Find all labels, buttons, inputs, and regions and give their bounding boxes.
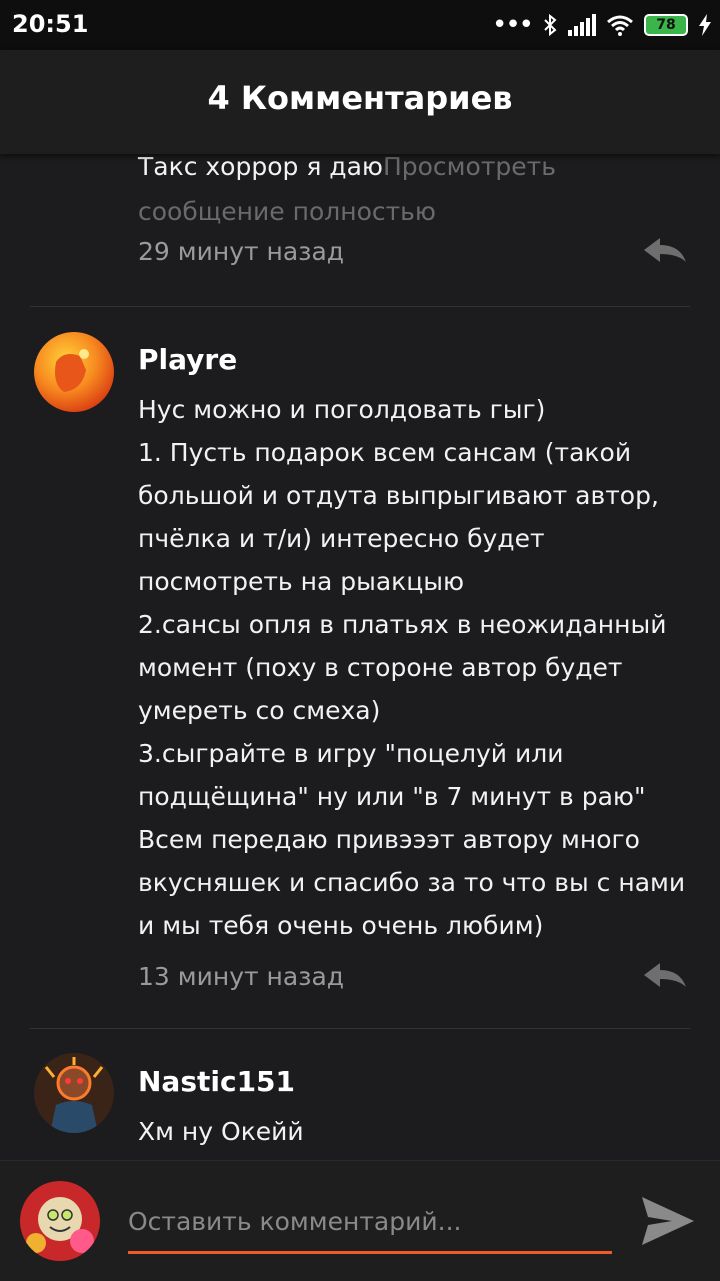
comment-item: Playre Нус можно и поголдовать гыг) 1. П… [10, 307, 710, 1027]
comment-author[interactable]: Nastic151 [138, 1065, 295, 1098]
battery-icon: 78 [644, 14, 688, 36]
comment-input[interactable] [128, 1191, 612, 1254]
comment-text: Такс хоррор я даюПросмотреть сообщение п… [138, 154, 698, 234]
comment-text: Хм ну Окейй [138, 1117, 304, 1146]
comment-composer [0, 1160, 720, 1281]
comments-list[interactable]: Такс хоррор я даюПросмотреть сообщение п… [10, 154, 710, 1160]
comment-text: Нус можно и поголдовать гыг) 1. Пусть по… [138, 395, 686, 940]
more-dots-icon: ••• [491, 10, 534, 40]
comment-time: 13 минут назад [138, 962, 345, 991]
wifi-icon [607, 15, 633, 36]
bluetooth-icon [544, 13, 557, 37]
signal-icon [568, 14, 596, 36]
reply-icon[interactable] [642, 961, 688, 989]
user-avatar[interactable] [20, 1181, 100, 1261]
comment-item: Nastic151 Хм ну Окейй [10, 1029, 710, 1160]
avatar[interactable] [34, 332, 114, 412]
reply-icon[interactable] [642, 236, 688, 264]
send-button[interactable] [636, 1191, 700, 1251]
send-icon [642, 1197, 694, 1245]
charging-icon [699, 14, 711, 36]
comments-header: 4 Комментариев [0, 50, 720, 154]
comment-text-content: Такс хоррор я даю [138, 154, 383, 181]
comment-item: Такс хоррор я даюПросмотреть сообщение п… [10, 154, 710, 304]
avatar[interactable] [34, 1053, 114, 1133]
status-icons: ••• 78 [492, 8, 712, 42]
status-bar: 20:51 ••• 78 [0, 0, 720, 50]
page-title: 4 Комментариев [207, 79, 513, 117]
comment-time: 29 минут назад [138, 237, 345, 266]
status-time: 20:51 [12, 10, 89, 38]
comment-author[interactable]: Playre [138, 343, 237, 376]
